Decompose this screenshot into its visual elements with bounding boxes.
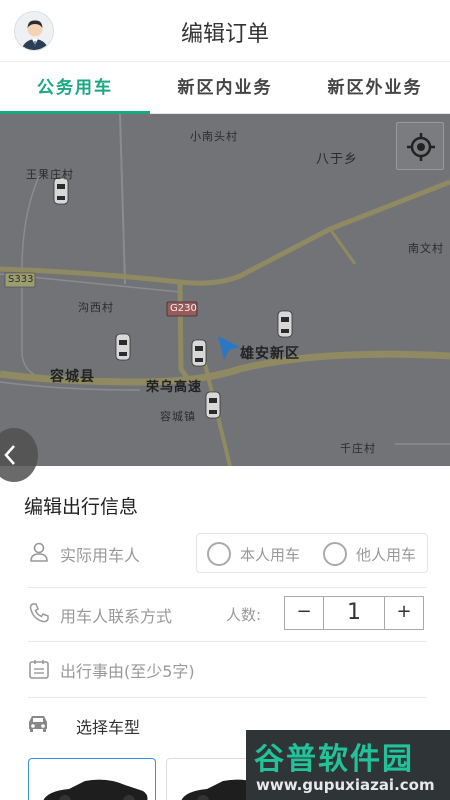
chevron-left-icon [4,445,15,465]
map-label-village: 王果庄村 [26,168,74,181]
radio-other[interactable] [323,542,347,566]
contact-input[interactable]: 用车人联系方式 [60,603,172,627]
passenger-count-label: 人数: [226,606,262,624]
map-view[interactable]: 小南头村 八于乡 王果庄村 南文村 S333 沟西村 G230 雄安新区 容城县… [0,114,450,466]
locate-button[interactable] [396,122,444,170]
radio-self-label[interactable]: 本人用车 [240,544,300,565]
watermark-overlay: 谷普软件园 www.gupuxiazai.com [246,730,450,800]
radio-self[interactable] [207,542,231,566]
map-label-road-g230: G230 [170,303,197,314]
passenger-count-stepper: − 1 + [284,596,424,630]
car-type-label: 选择车型 [76,718,141,737]
sedan-image [43,779,148,800]
map-label-highway: 荣乌高速 [146,380,203,395]
decrement-button[interactable]: − [285,597,323,629]
car-option-sedan-1[interactable] [28,758,156,800]
watermark-url: www.gupuxiazai.com [256,776,435,794]
radio-other-label[interactable]: 他人用车 [356,544,416,565]
section-title: 编辑出行信息 [24,496,139,518]
reason-row: 出行事由(至少5字) [28,642,426,698]
passenger-input[interactable]: 实际用车人 [60,542,140,566]
page-title: 编辑订单 [180,22,269,47]
map-label-village: 小南头村 [190,130,238,143]
back-button[interactable] [0,428,38,482]
calendar-icon [29,660,49,679]
map-label-village: 沟西村 [78,301,114,314]
map-label-county: 容城县 [50,369,95,385]
tab-inside-district[interactable]: 新区内业务 [150,62,300,114]
watermark-title: 谷普软件园 [254,742,414,777]
map-label-district: 雄安新区 [240,346,300,362]
passenger-count-value[interactable]: 1 [323,597,385,629]
reason-input[interactable]: 出行事由(至少5字) [60,658,195,682]
app-header: 编辑订单 [0,0,450,62]
map-label-township: 八于乡 [316,152,359,167]
tab-outside-district[interactable]: 新区外业务 [300,62,450,114]
passenger-type-selector: 本人用车 他人用车 [196,533,428,573]
tab-bar: 公务用车 新区内业务 新区外业务 [0,62,450,114]
phone-icon [29,603,49,623]
map-label-village: 南文村 [408,242,444,255]
map-label-town: 容城镇 [160,410,196,423]
increment-button[interactable]: + [385,597,423,629]
map-label-village: 千庄村 [340,442,376,455]
crosshair-icon [407,133,435,161]
map-label-road-s333: S333 [8,274,34,285]
car-icon [29,716,47,732]
tab-official-car[interactable]: 公务用车 [0,62,150,114]
person-icon [30,542,48,562]
